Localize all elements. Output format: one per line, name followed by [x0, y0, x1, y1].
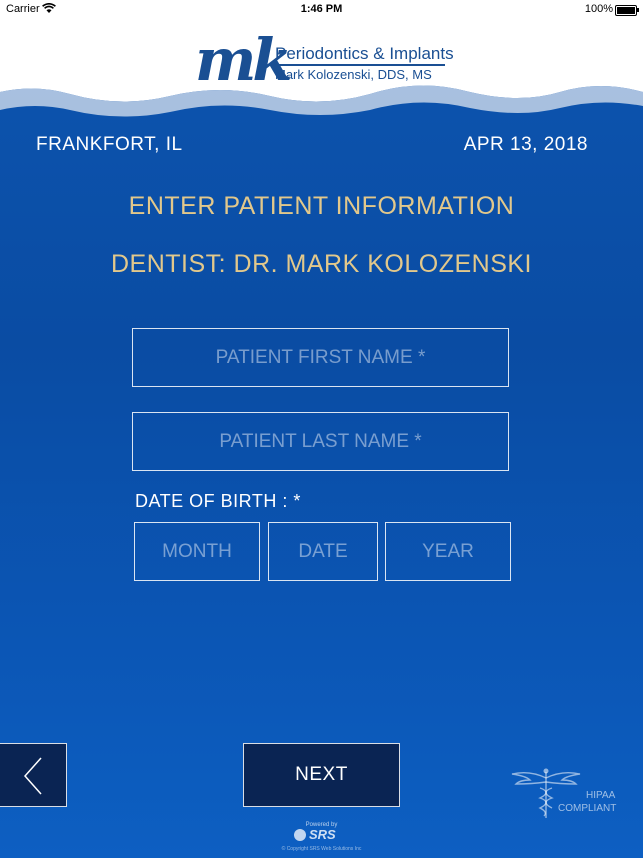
next-button[interactable]: NEXT [243, 743, 400, 807]
date-label: APR 13, 2018 [463, 134, 588, 155]
status-time: 1:46 PM [300, 3, 343, 15]
dob-date-input[interactable] [268, 522, 378, 581]
dentist-label: DENTIST: DR. MARK KOLOZENSKI [110, 250, 532, 278]
srs-logo: SRS [294, 827, 354, 844]
logo-divider [275, 64, 445, 66]
hipaa-badge: HIPAA COMPLIANT [508, 766, 628, 820]
hipaa-label: HIPAA [586, 790, 616, 801]
practice-name: Periodontics & Implants [275, 44, 454, 63]
srs-brand: SRS [309, 827, 336, 842]
first-name-input[interactable] [132, 328, 509, 387]
chevron-left-icon [23, 757, 42, 795]
dob-label: DATE OF BIRTH : * [135, 491, 301, 511]
battery-percent: 100% [584, 3, 613, 15]
battery-icon [615, 5, 639, 16]
back-button[interactable] [0, 743, 67, 807]
page-title: ENTER PATIENT INFORMATION [128, 192, 515, 220]
status-bar: Carrier 1:46 PM 100% [0, 0, 643, 20]
practice-logo: mk Periodontics & Implants Mark Kolozens… [195, 26, 455, 100]
location-label: FRANKFORT, IL [36, 134, 183, 155]
copyright-text: © Copyright SRS Web Solutions Inc [281, 846, 362, 852]
doctor-credentials: Mark Kolozenski, DDS, MS [275, 67, 432, 82]
srs-logo-icon [294, 829, 306, 841]
dob-year-input[interactable] [385, 522, 511, 581]
last-name-input[interactable] [132, 412, 509, 471]
dob-month-input[interactable] [134, 522, 260, 581]
header: mk Periodontics & Implants Mark Kolozens… [0, 20, 643, 130]
compliant-label: COMPLIANT [558, 803, 617, 814]
